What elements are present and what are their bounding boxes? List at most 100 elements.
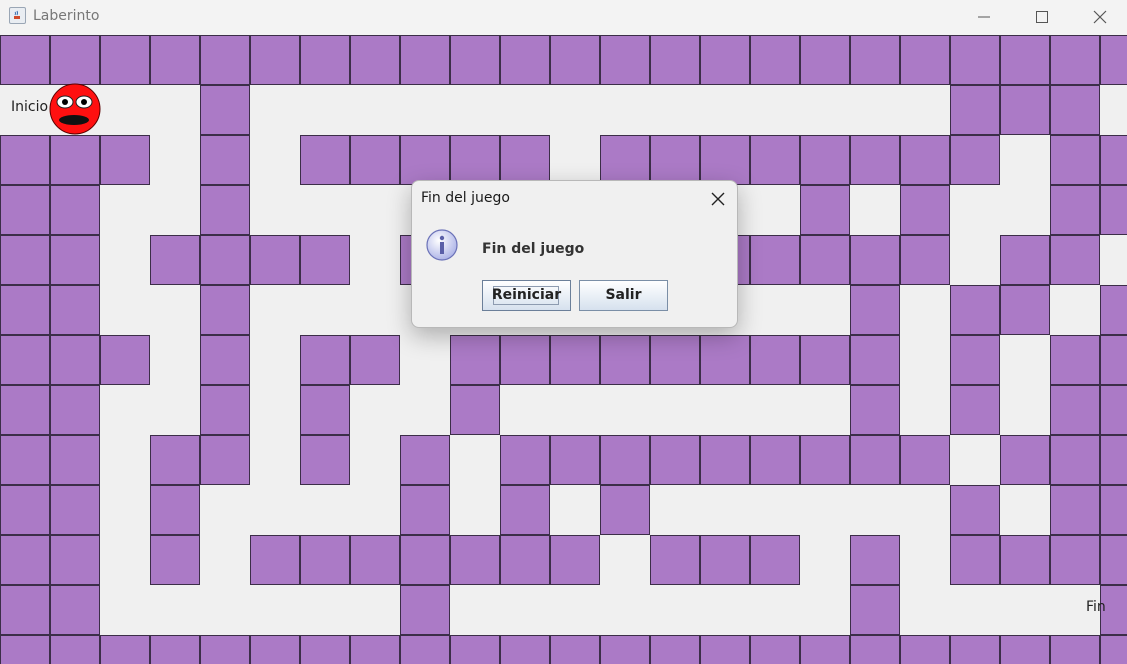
maze-wall	[1100, 535, 1127, 585]
maze-wall	[300, 435, 350, 485]
maze-wall	[100, 635, 150, 664]
maze-wall	[50, 485, 100, 535]
maze-wall	[800, 185, 850, 235]
maze-wall	[200, 335, 250, 385]
maze-board: Inicio Fin	[0, 35, 1127, 664]
maze-wall	[450, 535, 500, 585]
maze-wall	[200, 285, 250, 335]
maze-wall	[450, 35, 500, 85]
exit-button-label: Salir	[605, 287, 642, 303]
dialog-message: Fin del juego	[482, 241, 585, 257]
maze-wall	[950, 635, 1000, 664]
maze-wall	[0, 535, 50, 585]
maze-wall	[800, 635, 850, 664]
maze-wall	[250, 535, 300, 585]
maze-wall	[300, 235, 350, 285]
close-window-button[interactable]	[1071, 0, 1127, 34]
maze-wall	[150, 535, 200, 585]
maze-wall	[1050, 135, 1100, 185]
maze-wall	[1100, 335, 1127, 385]
maze-wall	[200, 85, 250, 135]
maze-wall	[350, 135, 400, 185]
minimize-button[interactable]	[955, 0, 1013, 34]
maze-wall	[900, 435, 950, 485]
maze-wall	[300, 135, 350, 185]
maze-wall	[1050, 35, 1100, 85]
maze-wall	[50, 235, 100, 285]
maze-wall	[700, 135, 750, 185]
maze-wall	[400, 135, 450, 185]
maze-wall	[400, 535, 450, 585]
maze-wall	[500, 435, 550, 485]
maze-wall	[200, 185, 250, 235]
maze-wall	[1050, 335, 1100, 385]
maze-wall	[850, 535, 900, 585]
maze-wall	[950, 535, 1000, 585]
maze-wall	[350, 635, 400, 664]
maze-wall	[1000, 285, 1050, 335]
maze-wall	[0, 135, 50, 185]
dialog-close-button[interactable]	[701, 185, 735, 213]
exit-button[interactable]: Salir	[579, 280, 668, 311]
maze-wall	[900, 635, 950, 664]
maze-wall	[50, 585, 100, 635]
maze-wall	[900, 135, 950, 185]
maze-wall	[450, 635, 500, 664]
maze-wall	[600, 435, 650, 485]
maze-wall	[450, 135, 500, 185]
maze-wall	[1050, 385, 1100, 435]
maze-wall	[950, 135, 1000, 185]
info-icon	[426, 229, 458, 261]
maze-wall	[700, 435, 750, 485]
maze-wall	[0, 635, 50, 664]
maze-wall	[650, 535, 700, 585]
maze-wall	[500, 535, 550, 585]
maze-wall	[0, 585, 50, 635]
maze-wall	[300, 385, 350, 435]
maze-wall	[150, 35, 200, 85]
maze-wall	[750, 335, 800, 385]
java-app-icon	[9, 7, 26, 24]
maze-wall	[700, 335, 750, 385]
maze-wall	[800, 35, 850, 85]
restart-button-label: Reiniciar	[491, 287, 562, 303]
maze-wall	[850, 385, 900, 435]
maze-wall	[1000, 235, 1050, 285]
maze-wall	[850, 335, 900, 385]
maze-wall	[500, 635, 550, 664]
restart-button[interactable]: Reiniciar	[482, 280, 571, 311]
maze-wall	[200, 385, 250, 435]
maze-wall	[50, 635, 100, 664]
maze-wall	[0, 435, 50, 485]
maze-wall	[900, 185, 950, 235]
maze-wall	[200, 35, 250, 85]
maze-wall	[600, 35, 650, 85]
maze-wall	[950, 285, 1000, 335]
maze-wall	[350, 535, 400, 585]
maximize-button[interactable]	[1013, 0, 1071, 34]
maze-wall	[1000, 35, 1050, 85]
maze-wall	[1100, 285, 1127, 335]
maze-wall	[1100, 35, 1127, 85]
maze-wall	[850, 35, 900, 85]
maze-wall	[550, 535, 600, 585]
maze-wall	[650, 35, 700, 85]
maze-wall	[550, 435, 600, 485]
end-label: Fin	[1086, 599, 1106, 615]
maze-wall	[950, 385, 1000, 435]
maze-wall	[900, 35, 950, 85]
maze-wall	[750, 435, 800, 485]
maze-wall	[50, 435, 100, 485]
maze-wall	[850, 235, 900, 285]
maze-wall	[0, 335, 50, 385]
maze-wall	[950, 35, 1000, 85]
maze-wall	[200, 235, 250, 285]
maze-wall	[1000, 635, 1050, 664]
maze-wall	[650, 435, 700, 485]
maze-wall	[950, 335, 1000, 385]
maze-wall	[50, 285, 100, 335]
maze-wall	[250, 635, 300, 664]
maze-wall	[800, 235, 850, 285]
maze-wall	[0, 485, 50, 535]
maze-wall	[300, 635, 350, 664]
